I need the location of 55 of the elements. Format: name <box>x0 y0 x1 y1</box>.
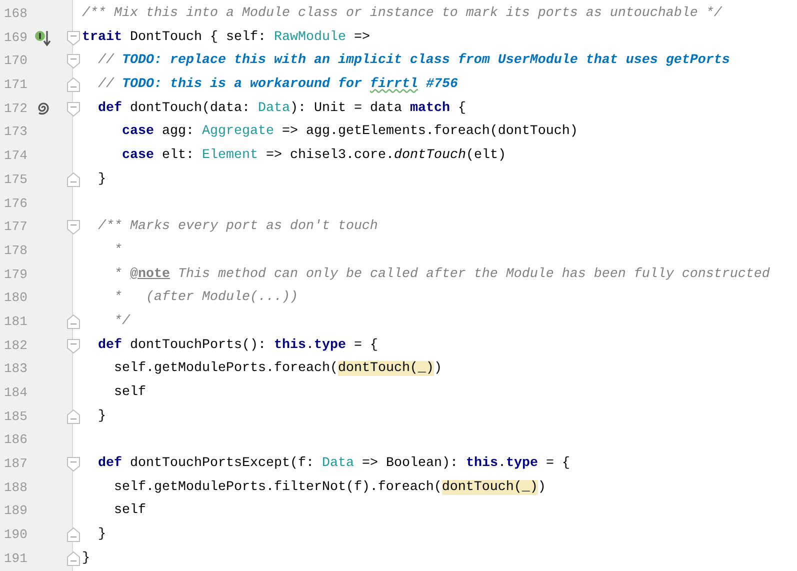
line-number: 174 <box>4 147 28 166</box>
line-number: 168 <box>4 5 28 23</box>
code-line: * (after Module(...)) <box>112 289 298 308</box>
code-line: */ <box>112 312 130 331</box>
line-number: 185 <box>4 408 28 426</box>
code-line: * <box>112 242 122 260</box>
implemented-down-arrow-icon[interactable] <box>34 28 52 47</box>
line-number: 177 <box>4 218 28 236</box>
line-number: 181 <box>4 312 28 331</box>
code-line: * @note This method can only be called after the Module has been fully constructed <box>112 266 770 284</box>
code-line: self.getModulePorts.foreach(dontTouch(_)) <box>112 360 442 378</box>
line-number: 169 <box>4 28 28 47</box>
fold-end-icon[interactable] <box>67 77 80 94</box>
code-line: self.getModulePorts.filterNot(f).foreach(dontTouch(_)) <box>112 478 546 497</box>
code-line: // TODO: this is a workaround for firrtl #756 <box>96 76 458 94</box>
line-number: 173 <box>4 123 28 142</box>
line-number: 184 <box>4 384 28 402</box>
code-line: def dontTouch(data: Data): Unit = data match { <box>96 100 466 118</box>
code-line: def dontTouchPortsExcept(f: Data => Boolean): this.type = { <box>96 455 570 474</box>
code-line: case elt: Element => chisel3.core.dontTouch(elt) <box>120 147 506 166</box>
fold-start-icon[interactable] <box>67 53 80 70</box>
line-number: 182 <box>4 336 28 355</box>
code-line: // TODO: replace this with an implicit class from UserModule that uses getPorts <box>96 52 730 70</box>
line-number: 188 <box>4 478 28 497</box>
line-number: 190 <box>4 526 28 544</box>
line-number: 189 <box>4 502 28 520</box>
fold-start-icon[interactable] <box>67 456 80 472</box>
fold-start-icon[interactable] <box>67 219 80 236</box>
code-line: self <box>112 384 146 402</box>
code-line: /** Marks every port as don't touch <box>96 218 378 236</box>
fold-start-icon[interactable] <box>67 30 80 46</box>
code-line: } <box>96 408 106 426</box>
code-line: case agg: Aggregate => agg.getElements.foreach(dontTouch) <box>120 123 578 142</box>
line-number: 180 <box>4 289 28 308</box>
line-number: 187 <box>4 455 28 474</box>
line-number: 175 <box>4 170 28 189</box>
line-number: 170 <box>4 52 28 70</box>
line-number: 186 <box>4 431 28 450</box>
fold-start-icon[interactable] <box>67 100 80 117</box>
line-number: 171 <box>4 76 28 94</box>
fold-start-icon[interactable] <box>67 338 80 354</box>
code-line: def dontTouchPorts(): this.type = { <box>96 336 378 355</box>
code-line: /** Mix this into a Module class or instance to mark its ports as untouchable */ <box>82 5 722 23</box>
line-number: 176 <box>4 194 28 212</box>
line-number: 191 <box>4 550 28 568</box>
code-line: } <box>96 526 106 544</box>
code-line: self <box>112 502 146 520</box>
code-line: trait DontTouch { self: RawModule => <box>82 28 370 47</box>
line-number: 178 <box>4 242 28 260</box>
line-number: 183 <box>4 360 28 378</box>
fold-end-icon[interactable] <box>67 527 80 544</box>
code-line: } <box>82 550 90 568</box>
line-number: 172 <box>4 100 28 118</box>
code-line: } <box>96 170 106 189</box>
line-number: 179 <box>4 266 28 284</box>
